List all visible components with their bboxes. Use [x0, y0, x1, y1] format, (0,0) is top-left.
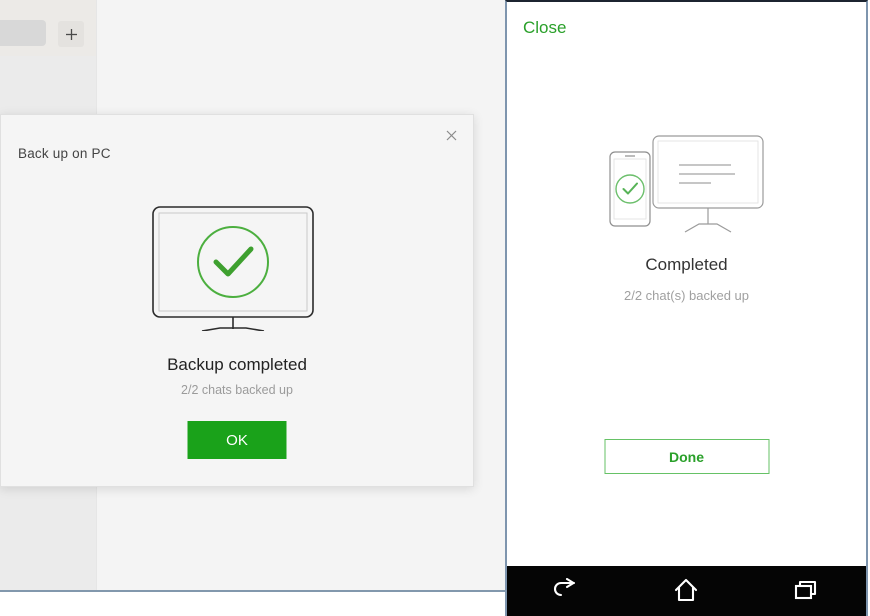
phone-close-button[interactable]: Close	[523, 18, 566, 38]
ok-button[interactable]: OK	[187, 421, 287, 459]
back-arrow-icon	[553, 578, 575, 597]
backup-dialog: Back up on PC Backup completed 2/2 chats…	[0, 114, 474, 487]
done-button[interactable]: Done	[604, 439, 769, 474]
close-icon	[446, 130, 456, 140]
dialog-title: Back up on PC	[18, 146, 111, 161]
phone-heading: Completed	[645, 255, 728, 274]
new-tab-button[interactable]	[58, 21, 84, 47]
nav-recents-button[interactable]	[778, 569, 834, 613]
phone-and-monitor-with-green-check-icon	[608, 135, 764, 233]
dialog-subtitle: 2/2 chats backed up	[181, 383, 293, 397]
browser-tab-strip	[0, 0, 96, 56]
home-icon	[675, 578, 698, 602]
desktop-application-window: Back up on PC Backup completed 2/2 chats…	[0, 0, 510, 592]
dialog-close-button[interactable]	[438, 122, 464, 148]
plus-icon	[65, 28, 77, 40]
screenshot-root: Back up on PC Backup completed 2/2 chats…	[0, 0, 870, 616]
android-navigation-bar	[507, 566, 866, 616]
phone-mirror-panel: Close Completed 2/2 chat(s) backed up Do…	[505, 0, 868, 616]
phone-subtitle: 2/2 chat(s) backed up	[623, 288, 750, 303]
nav-back-button[interactable]	[539, 569, 595, 613]
recent-apps-icon	[795, 580, 817, 600]
nav-home-button[interactable]	[658, 569, 714, 613]
monitor-with-green-check-icon	[152, 206, 314, 331]
dialog-heading: Backup completed	[167, 355, 307, 374]
browser-tab[interactable]	[0, 20, 46, 46]
